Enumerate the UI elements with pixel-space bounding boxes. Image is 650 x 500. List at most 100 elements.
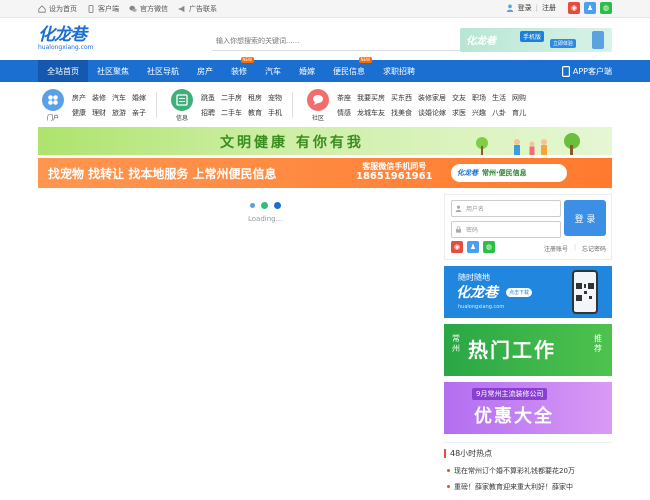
category-link[interactable]: 装修家居 (418, 93, 446, 103)
category-link[interactable]: 二手房 (221, 93, 242, 103)
info-icon (171, 88, 193, 111)
client-link[interactable]: 客户端 (87, 4, 119, 14)
register-account-link[interactable]: 注册账号 (544, 244, 568, 253)
hot-jobs-ad[interactable]: 常州 热门工作 推荐 (444, 324, 612, 376)
nav-item-community-focus[interactable]: 社区聚焦 (88, 60, 138, 82)
site-logo[interactable]: 化龙巷 hualongxiang.com (38, 26, 118, 51)
forgot-password-link[interactable]: 忘记密码 (582, 244, 606, 253)
qq-icon[interactable]: ♟ (584, 2, 596, 14)
category-link[interactable]: 求医 (452, 108, 466, 118)
nav-item-decoration[interactable]: 装修 NEW (222, 57, 256, 82)
category-link[interactable]: 房产 (72, 93, 86, 103)
community-icon (307, 88, 329, 111)
top-login-link[interactable]: 登录 (518, 3, 532, 13)
search-input[interactable] (212, 36, 462, 45)
category-link[interactable]: 亲子 (132, 108, 146, 118)
convenience-info-banner[interactable]: 找宠物 找转让 找本地服务 上常州便民信息 客服微信手机同号 186519619… (38, 158, 612, 188)
weibo-login-icon[interactable]: ◉ (451, 241, 463, 253)
megaphone-icon (178, 5, 185, 13)
category-link[interactable]: 生活 (492, 93, 506, 103)
nav-item-wedding[interactable]: 婚嫁 (290, 60, 324, 82)
category-link[interactable]: 交友 (452, 93, 466, 103)
sidebar: 用户名 密码 登 录 ◉ ♟ ◍ 注册账号 | 忘记密码 随时随地 化龙巷 hu… (444, 194, 612, 495)
mobile-ad-tag: 手机版 (520, 31, 545, 42)
category-divider (156, 92, 157, 118)
list-item[interactable]: 现在常州订个婚不算彩礼钱都要花20万 (444, 463, 612, 479)
category-links: 房产 装修 汽车 婚嫁健康 理财 旅游 亲子 (72, 93, 146, 118)
category-link[interactable]: 理财 (92, 108, 106, 118)
official-wechat-link[interactable]: 官方微信 (129, 4, 168, 14)
weibo-icon[interactable]: ◉ (568, 2, 580, 14)
list-item[interactable]: 重磅！薛家教育迎来重大利好！薛家中 (444, 479, 612, 495)
category-link[interactable]: 买东西 (391, 93, 412, 103)
ad2-right: 推荐 (594, 334, 602, 353)
category-links: 茶座 我要买房 买东西 装修家居 交友 职场 生活 网购情感 龙城车友 找美食 谈婚论嫁 求医 兴趣 八卦… (337, 93, 526, 118)
mobile-phone-icon (561, 65, 570, 77)
category-link[interactable]: 宠物 (268, 93, 282, 103)
category-link[interactable]: 租房 (248, 93, 262, 103)
category-directory: 门户 房产 装修 汽车 婚嫁 健康 理财 旅游 亲子 信息 跳蚤 二手房 租房 宠物 招聘 二手车 教育 手机 社区… (38, 88, 612, 122)
mobile-ad-brand: 化龙巷 (466, 36, 496, 47)
category-link[interactable]: 八卦 (492, 108, 506, 118)
login-links: 注册账号 | 忘记密码 (543, 244, 606, 253)
banner2-brand-pill: 化龙巷 常州·便民信息 (451, 164, 567, 182)
category-link[interactable]: 汽车 (112, 93, 126, 103)
category-link[interactable]: 婚嫁 (132, 93, 146, 103)
set-homepage-link[interactable]: 设为首页 (38, 4, 77, 14)
top-register-link[interactable]: 注册 (542, 3, 556, 13)
category-link[interactable]: 我要买房 (357, 93, 385, 103)
login-button[interactable]: 登 录 (564, 200, 606, 236)
category-head[interactable]: 信息 (167, 88, 197, 122)
app-client-link[interactable]: APP客户端 (561, 60, 612, 82)
qq-login-icon[interactable]: ♟ (467, 241, 479, 253)
portal-icon (42, 88, 64, 111)
category-link[interactable]: 找美食 (391, 108, 412, 118)
civilization-banner[interactable]: 文明健康 有你有我 (38, 127, 612, 155)
category-link[interactable]: 装修 (92, 93, 106, 103)
loading-dots (248, 202, 282, 209)
nav-item-community-nav[interactable]: 社区导航 (138, 60, 188, 82)
category-link[interactable]: 二手车 (221, 108, 242, 118)
login-box: 用户名 密码 登 录 ◉ ♟ ◍ 注册账号 | 忘记密码 (444, 194, 612, 260)
category-link[interactable]: 情感 (337, 108, 351, 118)
category-head-label: 社区 (311, 114, 324, 122)
new-badge: NEW (358, 57, 372, 63)
ad3-line2: 优惠大全 (474, 406, 554, 427)
category-link[interactable]: 茶座 (337, 93, 351, 103)
loading-dot (273, 202, 281, 209)
nav-item-label: 房产 (197, 66, 213, 76)
category-link[interactable]: 网购 (512, 93, 526, 103)
nav-item-car[interactable]: 汽车 (256, 60, 290, 82)
category-link[interactable]: 教育 (248, 108, 262, 118)
nav-item-jobs[interactable]: 求职招聘 (374, 60, 424, 82)
category-link[interactable]: 育儿 (512, 108, 526, 118)
wechat-share-icon[interactable]: ◍ (600, 2, 612, 14)
phone-icon (88, 5, 94, 13)
category-link[interactable]: 职场 (472, 93, 486, 103)
nav-item-house[interactable]: 房产 (188, 60, 222, 82)
category-link[interactable]: 跳蚤 (201, 93, 215, 103)
category-link[interactable]: 兴趣 (472, 108, 486, 118)
password-field[interactable]: 密码 (451, 221, 561, 238)
mobile-app-ad[interactable]: 化龙巷 手机版 立即体验 (460, 28, 612, 52)
category-link[interactable]: 健康 (72, 108, 86, 118)
nav-item-label: 社区导航 (147, 66, 179, 76)
app-download-ad[interactable]: 随时随地 化龙巷 hualongxiang.com 点击下载 (444, 266, 612, 318)
wechat-login-icon[interactable]: ◍ (483, 241, 495, 253)
banner2-text: 找宠物 找转让 找本地服务 上常州便民信息 (48, 167, 277, 181)
category-head[interactable]: 社区 (303, 88, 333, 122)
category-link[interactable]: 旅游 (112, 108, 126, 118)
decoration-deals-ad[interactable]: 9月常州主流装修公司 优惠大全 (444, 382, 612, 434)
nav-item-convenience[interactable]: 便民信息 NEW (324, 57, 374, 82)
lock-icon (456, 226, 461, 233)
ad-contact-link[interactable]: 广告联系 (178, 4, 217, 14)
nav-item-home[interactable]: 全站首页 (38, 60, 88, 82)
category-link[interactable]: 手机 (268, 108, 282, 118)
category-link[interactable]: 龙城车友 (357, 108, 385, 118)
search-bar (212, 31, 492, 51)
category-link[interactable]: 招聘 (201, 108, 215, 118)
nav-item-label: 汽车 (265, 66, 281, 76)
username-field[interactable]: 用户名 (451, 200, 561, 217)
category-head[interactable]: 门户 (38, 88, 68, 122)
category-link[interactable]: 谈婚论嫁 (418, 108, 446, 118)
